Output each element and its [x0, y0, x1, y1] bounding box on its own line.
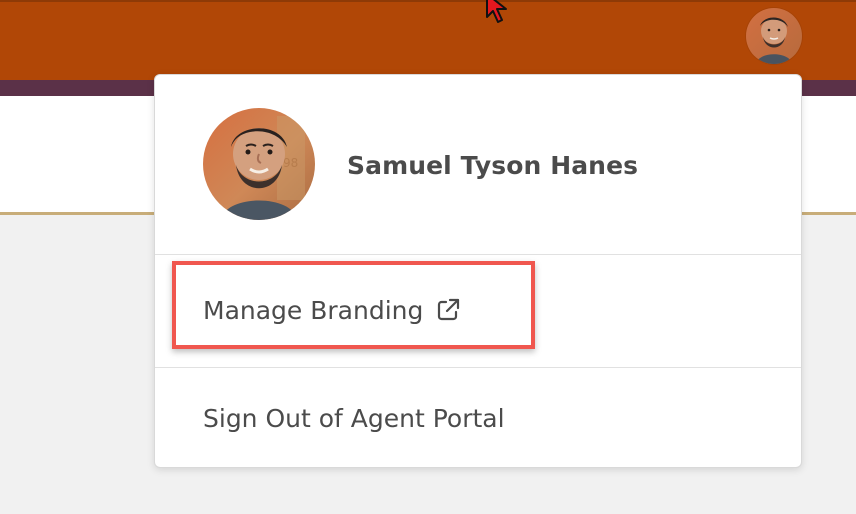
- svg-text:98: 98: [283, 156, 298, 170]
- manage-branding-label: Manage Branding: [203, 296, 424, 325]
- agent-portal-screen: 98 Samuel Tyson Hanes Manage Branding Si…: [0, 0, 856, 514]
- profile-photo-icon: 98: [203, 108, 315, 220]
- manage-branding-menu-item[interactable]: Manage Branding: [155, 255, 801, 367]
- user-dropdown-menu: 98 Samuel Tyson Hanes Manage Branding Si…: [154, 74, 802, 468]
- profile-section: 98 Samuel Tyson Hanes: [155, 75, 801, 254]
- profile-avatar: 98: [203, 108, 315, 220]
- sign-out-link[interactable]: Sign Out of Agent Portal: [203, 402, 505, 436]
- top-header-bar: [0, 0, 856, 80]
- profile-user-name: Samuel Tyson Hanes: [347, 151, 639, 180]
- user-avatar-icon: [746, 8, 802, 64]
- external-link-icon: [436, 297, 461, 322]
- sign-out-menu-item[interactable]: Sign Out of Agent Portal: [155, 368, 801, 468]
- manage-branding-link[interactable]: Manage Branding: [203, 294, 461, 328]
- header-user-avatar[interactable]: [746, 8, 802, 64]
